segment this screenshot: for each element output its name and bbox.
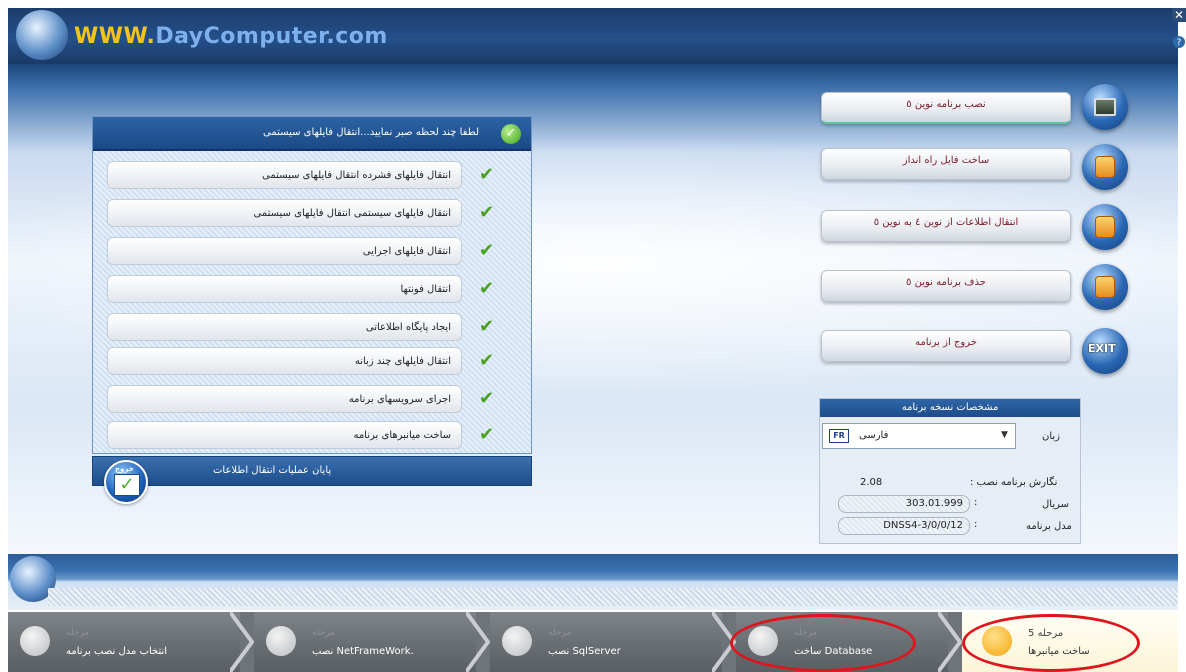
lock-icon[interactable] [1082,144,1128,190]
step-bubble-icon [266,626,296,656]
install-novin5-button[interactable]: نصب برنامه نوین ٥ [821,92,1071,124]
checkmark-icon: ✔ [479,240,495,261]
checkmark-icon: ✔ [479,278,495,299]
monitor-icon[interactable] [1082,84,1128,130]
help-icon[interactable]: ? [1173,36,1185,48]
checkmark-icon: ✔ [479,316,495,337]
uninstall-button[interactable]: حذف برنامه نوین ٥ [821,270,1071,302]
step-label: نصب NetFrameWork. [312,646,414,657]
model-field: DNSS4-3/0/0/12 [838,517,970,535]
site-name: DayComputer.com [155,24,388,49]
language-value: فارسی [859,430,889,441]
finish-button[interactable]: خروج ✓ [104,460,148,504]
checkmark-icon: ✔ [479,164,495,185]
language-select[interactable]: FR فارسی ▼ [822,423,1016,449]
step-title: مرحله [312,628,336,638]
finish-label: خروج [115,465,134,473]
step-bubble-icon [20,626,50,656]
site-title: WWW.DayComputer.com [74,24,388,49]
progress-track [48,588,1178,606]
task-row: ایجاد پایگاه اطلاعاتی [107,313,462,341]
task-row: اجرای سرویسهای برنامه [107,385,462,413]
task-row: انتقال فایلهای سیستمی انتقال فایلهای سیس… [107,199,462,227]
checkmark-icon: ✔ [479,424,495,445]
step-1: مرحله انتخاب مدل نصب برنامه [8,612,240,672]
task-row: انتقال فایلهای اجرایی [107,237,462,265]
panel-title: لطفا چند لحظه صبر نمایید...انتقال فایلها… [263,127,479,138]
step-2: مرحله نصب NetFrameWork. [254,612,476,672]
checkmark-icon: ✔ [479,350,495,371]
title-bar: WWW.DayComputer.com [8,8,1178,64]
install-progress-panel: لطفا چند لحظه صبر نمایید...انتقال فایلها… [92,116,532,454]
serial-label: سریال [1042,499,1069,510]
panel-footer: پایان عملیات انتقال اطلاعات [92,456,532,486]
migrate-data-button[interactable]: انتقال اطلاعات از نوین ٤ به نوین ٥ [821,210,1071,242]
language-label: زبان [1042,431,1061,442]
flag-icon: FR [829,429,849,443]
step-title: مرحله [66,628,90,638]
task-row: انتقال فایلهای فشرده انتقال فایلهای سیست… [107,161,462,189]
step-title: مرحله [548,628,572,638]
model-label: مدل برنامه [1026,521,1072,532]
checkmark-icon: ✔ [479,388,495,409]
lock-icon[interactable] [1082,204,1128,250]
site-prefix: WWW. [74,24,156,49]
task-row: انتقال فونتها [107,275,462,303]
check-badge-icon: ✓ [501,124,521,144]
chevron-down-icon: ▼ [1001,430,1008,440]
lock-icon[interactable] [1082,264,1128,310]
main-stage: لطفا چند لحظه صبر نمایید...انتقال فایلها… [8,64,1178,554]
exit-icon[interactable]: EXIT [1082,328,1128,374]
step-label: انتخاب مدل نصب برنامه [66,646,168,657]
create-launcher-button[interactable]: ساخت فایل راه انداز [821,148,1071,180]
step-3: مرحله نصب SqlServer [490,612,722,672]
version-value: 2.08 [860,477,883,488]
panel-header: لطفا چند لحظه صبر نمایید...انتقال فایلها… [93,117,531,151]
step-label: نصب SqlServer [548,646,621,657]
exit-program-button[interactable]: خروج از برنامه [821,330,1071,362]
highlight-circle [730,614,916,672]
task-row: ساخت میانبرهای برنامه [107,421,462,449]
info-title: مشخصات نسخه برنامه [820,399,1080,417]
version-label: نگارش برنامه نصب : [970,477,1058,488]
model-colon: : [974,519,978,530]
close-icon[interactable]: ✕ [1172,8,1186,22]
checkmark-icon: ✔ [479,202,495,223]
serial-field: 303.01.999 [838,495,970,513]
exit-text: EXIT [1088,342,1116,355]
version-info-box: مشخصات نسخه برنامه FR فارسی ▼ زبان نگارش… [819,398,1081,544]
progress-strip [8,554,1178,610]
step-bubble-icon [502,626,532,656]
check-icon: ✓ [114,474,140,496]
logo-globe-icon [16,10,68,60]
task-row: انتقال فایلهای چند زبانه [107,347,462,375]
highlight-circle [962,614,1140,672]
footer-text: پایان عملیات انتقال اطلاعات [213,465,332,476]
serial-colon: : [974,497,978,508]
